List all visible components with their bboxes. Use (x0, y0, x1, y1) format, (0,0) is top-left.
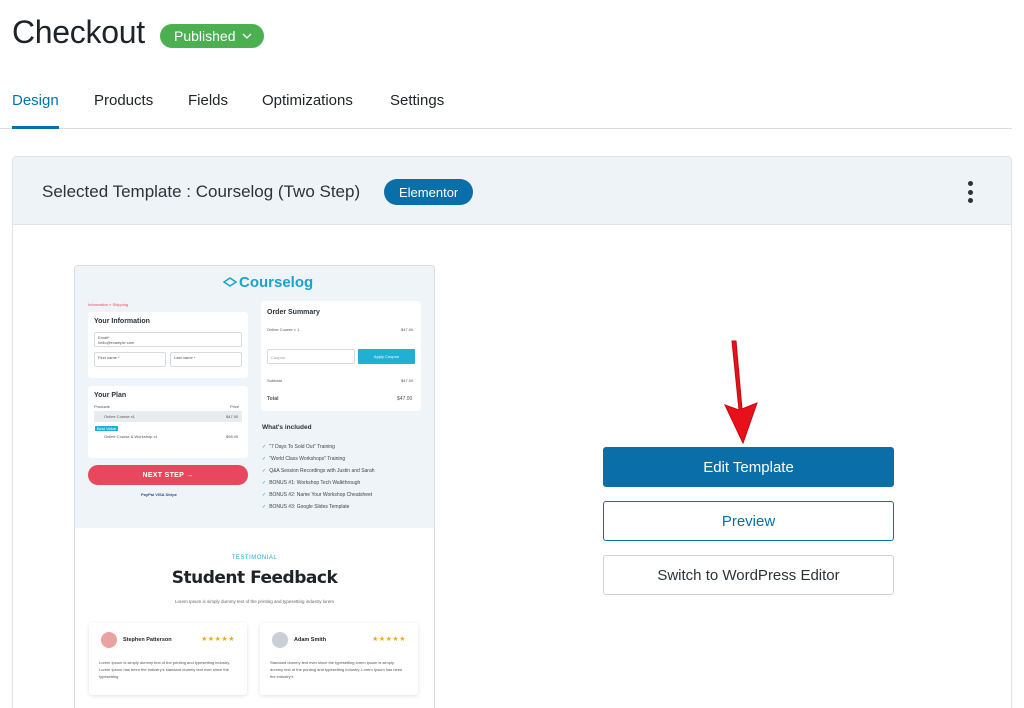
builder-badge: Elementor (384, 179, 474, 205)
preview-button[interactable]: Preview (603, 501, 894, 541)
courselog-logo: Courselog (223, 274, 313, 291)
active-tab-indicator (12, 126, 59, 129)
thumb-breadcrumb: Information » Shipping (88, 302, 129, 307)
tab-optimizations[interactable]: Optimizations (262, 92, 353, 109)
thumb-apply-coupon-button: Apply Coupon (358, 349, 415, 364)
thumb-included-item: ✓ BONUS #2: Name Your Workshop Cheatsheet (262, 492, 373, 498)
tab-fields[interactable]: Fields (188, 92, 228, 109)
avatar (272, 632, 288, 648)
review-text: Lorem Ipsum is simply dummy text of the … (99, 660, 231, 679)
thumb-order-summary-card: Order Summary Online Course × 1 $47.00 C… (261, 301, 421, 411)
reviewer-name: Adam Smith (294, 637, 327, 643)
thumb-plan-item-1: Online Course x1 (104, 414, 135, 419)
thumb-order-title: Order Summary (267, 309, 320, 316)
thumb-included-item: ✓ Q&A Session Recordings with Justin and … (262, 468, 375, 474)
template-panel: Selected Template : Courselog (Two Step)… (12, 156, 1012, 708)
page-title: Checkout (12, 14, 145, 50)
thumb-review-card: Adam Smith ★★★★★ Standard dummy text eve… (260, 623, 418, 695)
thumb-included-item: ✓ "7 Days To Sold Out" Training (262, 444, 335, 450)
thumb-order-item: Online Course × 1 (267, 327, 300, 332)
tab-design[interactable]: Design (12, 92, 59, 109)
thumb-plan-col-price: Price (230, 404, 240, 409)
thumb-next-step-button: NEXT STEP → (88, 465, 248, 485)
thumb-info-title: Your Information (94, 318, 150, 325)
thumb-plan-item-2: Online Course & Workshop x1 (104, 434, 158, 439)
tab-products[interactable]: Products (94, 92, 153, 109)
thumb-plan-col-product: Products (94, 404, 110, 409)
thumb-coupon-field: Coupon (267, 349, 355, 364)
thumb-plan-item-1-price: $47.00 (226, 414, 239, 419)
thumb-total-value: $47.00 (397, 396, 413, 402)
status-dropdown[interactable]: Published (160, 24, 264, 48)
more-vertical-icon[interactable] (963, 179, 977, 205)
thumb-plan-badge: Best Value (95, 426, 119, 431)
selected-template-label: Selected Template : Courselog (Two Step) (42, 182, 361, 201)
template-panel-header: Selected Template : Courselog (Two Step)… (13, 157, 1011, 225)
thumb-lastname-label: Last name * (174, 355, 196, 360)
thumbnail-checkout-section: Courselog Information » Shipping Your In… (75, 266, 434, 528)
reviewer-name: Stephen Patterson (123, 637, 172, 643)
chevron-down-icon (242, 33, 251, 39)
thumb-included-item: ✓ "World Class Workshops" Training (262, 456, 346, 462)
review-text: Standard dummy text ever since the types… (270, 660, 403, 679)
switch-to-wordpress-editor-button[interactable]: Switch to WordPress Editor (603, 555, 894, 595)
thumb-subtotal-value: $47.00 (401, 378, 414, 383)
thumb-testimonial-eyebrow: TESTIMONIAL (231, 555, 278, 561)
thumb-total-label: Total (267, 396, 279, 402)
thumb-review-card: Stephen Patterson ★★★★★ Lorem Ipsum is s… (89, 623, 247, 695)
thumb-info-card: Your Information Email* hello@example.co… (88, 312, 248, 378)
graduation-cap-icon (223, 276, 237, 287)
thumb-subtotal-label: Subtotal (267, 378, 282, 383)
thumb-lastname-field: Last name * (170, 352, 242, 367)
thumb-plan-item-2-price: $98.00 (226, 434, 239, 439)
thumb-feedback-subtitle: Lorem Ipsum is simply dummy text of the … (174, 599, 335, 604)
logo-text: Courselog (239, 274, 314, 291)
thumb-firstname-label: First name * (98, 355, 120, 360)
thumb-feedback-title: Student Feedback (171, 568, 338, 588)
thumb-included-title: What's included (262, 424, 312, 431)
edit-template-button[interactable]: Edit Template (603, 447, 894, 487)
status-label: Published (174, 28, 236, 44)
thumb-firstname-field: First name * (94, 352, 166, 367)
tab-settings[interactable]: Settings (390, 92, 444, 109)
star-rating: ★★★★★ (201, 636, 235, 643)
thumb-email-field: Email* hello@example.com (94, 332, 242, 347)
thumb-included-item: ✓ BONUS #1: Workshop Tech Walkthrough (262, 480, 361, 486)
thumb-order-item-price: $47.00 (401, 327, 414, 332)
thumb-email-value: hello@example.com (98, 340, 135, 345)
avatar (101, 632, 117, 648)
red-arrow-annotation-icon (724, 340, 758, 445)
thumb-included-item: ✓ BONUS #3: Google Slides Template (262, 504, 350, 510)
thumb-plan-row-1: Online Course x1 $47.00 (94, 411, 242, 422)
thumb-plan-card: Your Plan Products Price Online Course x… (88, 386, 248, 458)
thumb-payment-icons: PayPal VISA Stripe (141, 492, 177, 497)
thumb-coupon-placeholder: Coupon (271, 355, 286, 360)
thumb-plan-title: Your Plan (94, 392, 127, 399)
tab-bar: Design Products Fields Optimizations Set… (0, 84, 1012, 129)
star-rating: ★★★★★ (372, 636, 406, 643)
template-preview-thumbnail: Courselog Information » Shipping Your In… (74, 265, 435, 708)
